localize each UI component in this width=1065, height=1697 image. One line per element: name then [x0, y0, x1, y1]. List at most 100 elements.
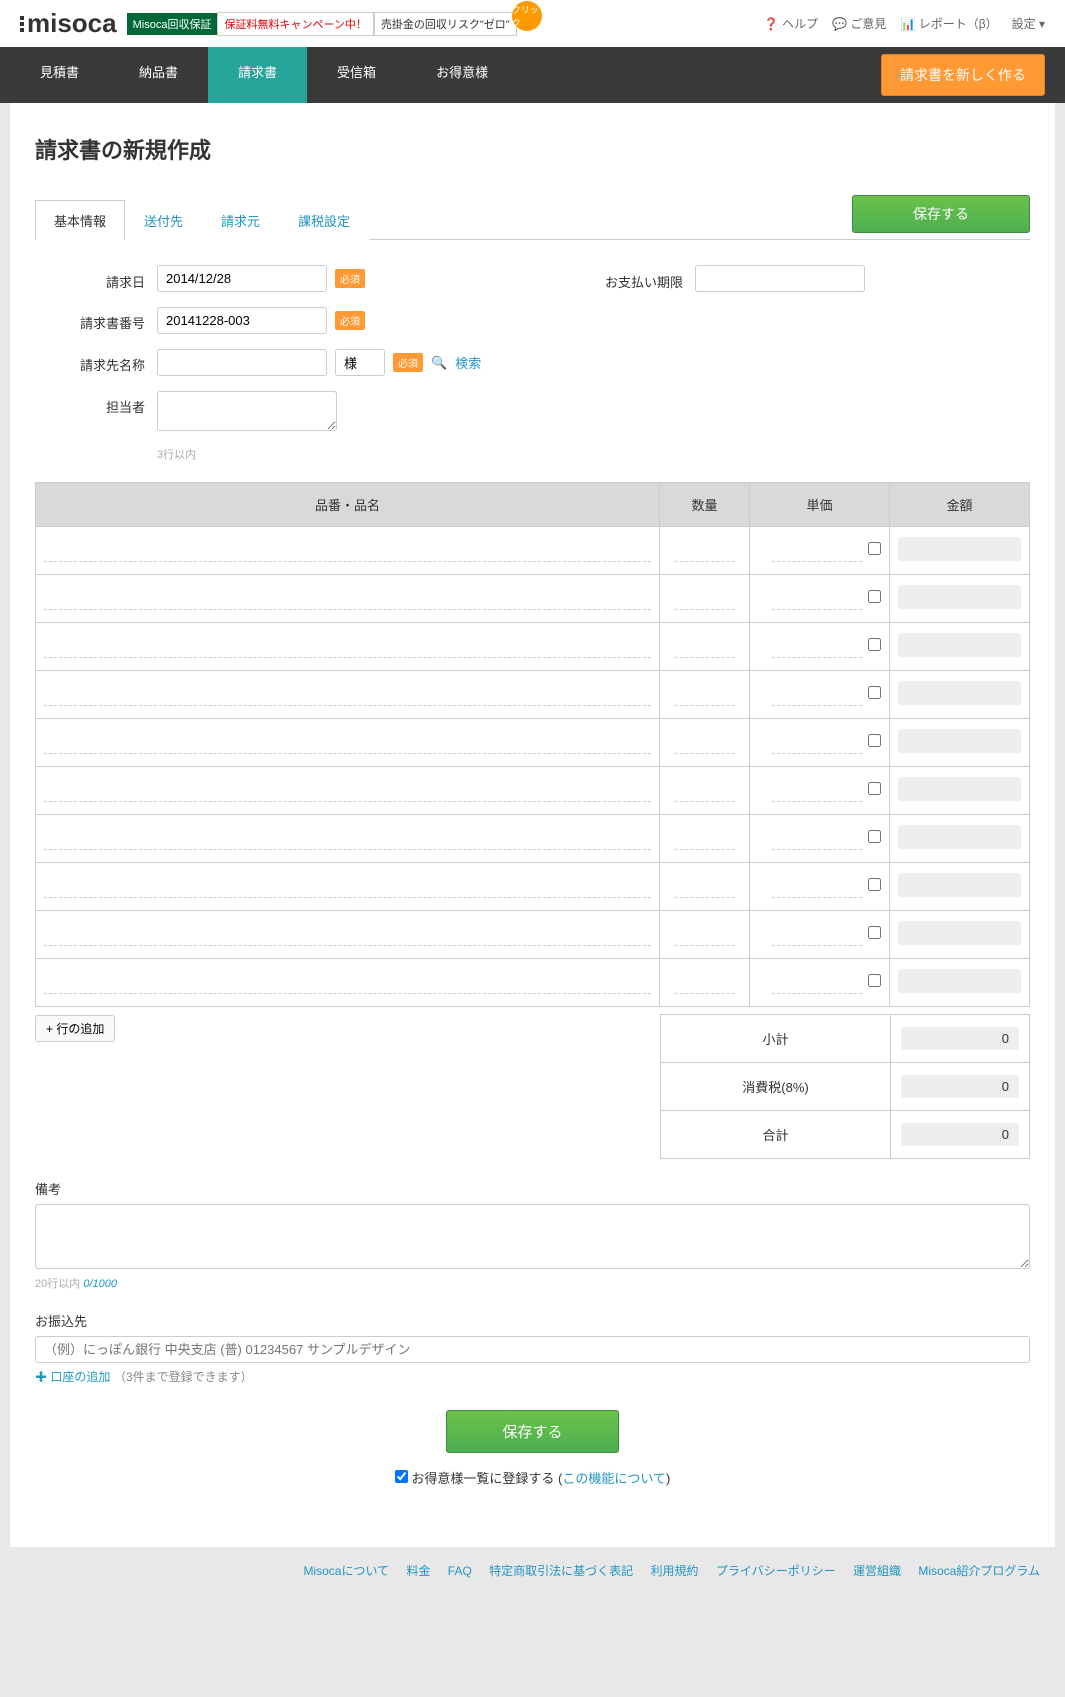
promo-banner[interactable]: Misoca回収保証 保証料無料キャンペーン中！ 売掛金の回収リスク"ゼロ" ク… — [127, 9, 542, 39]
subtotal-value: 0 — [901, 1027, 1019, 1050]
col-desc-header: 品番・品名 — [36, 483, 660, 527]
item-tax-checkbox[interactable] — [868, 974, 881, 987]
item-desc-input[interactable] — [44, 780, 651, 802]
item-price-input[interactable] — [772, 828, 862, 850]
tab-basic[interactable]: 基本情報 — [35, 200, 125, 240]
footer-link[interactable]: Misocaについて — [303, 1564, 389, 1578]
item-tax-checkbox[interactable] — [868, 926, 881, 939]
item-price-input[interactable] — [772, 876, 862, 898]
report-link[interactable]: 📊 レポート（β） — [900, 15, 997, 32]
save-button-top[interactable]: 保存する — [852, 195, 1030, 233]
item-qty-input[interactable] — [675, 588, 735, 610]
item-qty-input[interactable] — [675, 828, 735, 850]
item-qty-input[interactable] — [675, 684, 735, 706]
table-row — [36, 767, 1030, 815]
item-price-input[interactable] — [772, 684, 862, 706]
add-account-link[interactable]: ✚ 口座の追加 — [35, 1368, 110, 1385]
tab-tax[interactable]: 課税設定 — [279, 200, 369, 240]
item-price-input[interactable] — [772, 972, 862, 994]
item-desc-input[interactable] — [44, 876, 651, 898]
invoice-number-input[interactable] — [157, 307, 327, 334]
help-link[interactable]: ❓ ヘルプ — [764, 15, 818, 32]
invoice-date-input[interactable] — [157, 265, 327, 292]
assignee-textarea[interactable] — [157, 391, 337, 431]
tab-row: 基本情報 送付先 請求元 課税設定 保存する — [35, 195, 1030, 240]
item-desc-input[interactable] — [44, 924, 651, 946]
bank-input[interactable] — [35, 1336, 1030, 1363]
tab-sender[interactable]: 請求元 — [202, 200, 279, 240]
footer-link[interactable]: 特定商取引法に基づく表記 — [489, 1564, 633, 1578]
item-qty-input[interactable] — [675, 732, 735, 754]
add-row-button[interactable]: + 行の追加 — [35, 1015, 115, 1042]
due-date-input[interactable] — [695, 265, 865, 292]
item-price-input[interactable] — [772, 636, 862, 658]
table-row — [36, 719, 1030, 767]
remarks-textarea[interactable] — [35, 1204, 1030, 1269]
item-tax-checkbox[interactable] — [868, 878, 881, 891]
items-table: 品番・品名 数量 単価 金額 — [35, 482, 1030, 1007]
item-price-input[interactable] — [772, 924, 862, 946]
item-qty-input[interactable] — [675, 636, 735, 658]
save-button-bottom[interactable]: 保存する — [446, 1410, 618, 1453]
col-amount-header: 金額 — [890, 483, 1030, 527]
footer-link[interactable]: プライバシーポリシー — [716, 1564, 836, 1578]
footer-link[interactable]: Misoca紹介プログラム — [918, 1564, 1040, 1578]
remarks-counter: 20行以内 0/1000 — [35, 1275, 1030, 1291]
new-invoice-button[interactable]: 請求書を新しく作る — [881, 54, 1045, 96]
item-qty-input[interactable] — [675, 924, 735, 946]
footer-link[interactable]: 運営組織 — [853, 1564, 901, 1578]
item-tax-checkbox[interactable] — [868, 590, 881, 603]
promo-tag-risk: 売掛金の回収リスク"ゼロ" — [374, 12, 517, 36]
table-row — [36, 815, 1030, 863]
item-tax-checkbox[interactable] — [868, 734, 881, 747]
item-price-input[interactable] — [772, 540, 862, 562]
nav-inbox[interactable]: 受信箱 — [307, 47, 406, 103]
item-tax-checkbox[interactable] — [868, 686, 881, 699]
promo-tag-guarantee: Misoca回収保証 — [127, 13, 218, 35]
register-info-link[interactable]: この機能について — [562, 1471, 666, 1486]
item-price-input[interactable] — [772, 780, 862, 802]
due-date-label: お支払い期限 — [605, 266, 683, 291]
item-desc-input[interactable] — [44, 684, 651, 706]
item-amount — [898, 921, 1021, 945]
item-tax-checkbox[interactable] — [868, 782, 881, 795]
item-desc-input[interactable] — [44, 732, 651, 754]
client-name-input[interactable] — [157, 349, 327, 376]
item-desc-input[interactable] — [44, 828, 651, 850]
item-qty-input[interactable] — [675, 876, 735, 898]
item-amount — [898, 777, 1021, 801]
item-qty-input[interactable] — [675, 972, 735, 994]
footer-link[interactable]: 料金 — [406, 1564, 430, 1578]
tab-destination[interactable]: 送付先 — [125, 200, 202, 240]
register-client-checkbox[interactable] — [395, 1470, 408, 1483]
item-price-input[interactable] — [772, 732, 862, 754]
search-icon: 🔍 — [431, 355, 447, 371]
item-qty-input[interactable] — [675, 780, 735, 802]
item-desc-input[interactable] — [44, 636, 651, 658]
register-client-label: お得意様一覧に登録する — [411, 1471, 554, 1486]
total-value: 0 — [901, 1123, 1019, 1146]
logo[interactable]: misoca — [20, 8, 117, 39]
footer-link[interactable]: 利用規約 — [651, 1564, 699, 1578]
item-desc-input[interactable] — [44, 540, 651, 562]
footer-link[interactable]: FAQ — [448, 1564, 472, 1578]
honorific-input[interactable] — [335, 349, 385, 376]
item-amount — [898, 537, 1021, 561]
settings-link[interactable]: 設定 ▾ — [1012, 15, 1045, 32]
top-header: misoca Misoca回収保証 保証料無料キャンペーン中！ 売掛金の回収リス… — [0, 0, 1065, 47]
client-search-link[interactable]: 検索 — [455, 353, 481, 372]
nav-clients[interactable]: お得意様 — [406, 47, 518, 103]
item-tax-checkbox[interactable] — [868, 830, 881, 843]
item-tax-checkbox[interactable] — [868, 638, 881, 651]
nav-estimate[interactable]: 見積書 — [10, 47, 109, 103]
nav-delivery[interactable]: 納品書 — [109, 47, 208, 103]
add-account-note: （3件まで登録できます） — [114, 1370, 253, 1384]
item-price-input[interactable] — [772, 588, 862, 610]
item-tax-checkbox[interactable] — [868, 542, 881, 555]
nav-invoice[interactable]: 請求書 — [208, 47, 307, 103]
item-desc-input[interactable] — [44, 972, 651, 994]
item-desc-input[interactable] — [44, 588, 651, 610]
item-qty-input[interactable] — [675, 540, 735, 562]
top-links: ❓ ヘルプ 💬 ご意見 📊 レポート（β） 設定 ▾ — [764, 15, 1045, 32]
feedback-link[interactable]: 💬 ご意見 — [832, 15, 886, 32]
